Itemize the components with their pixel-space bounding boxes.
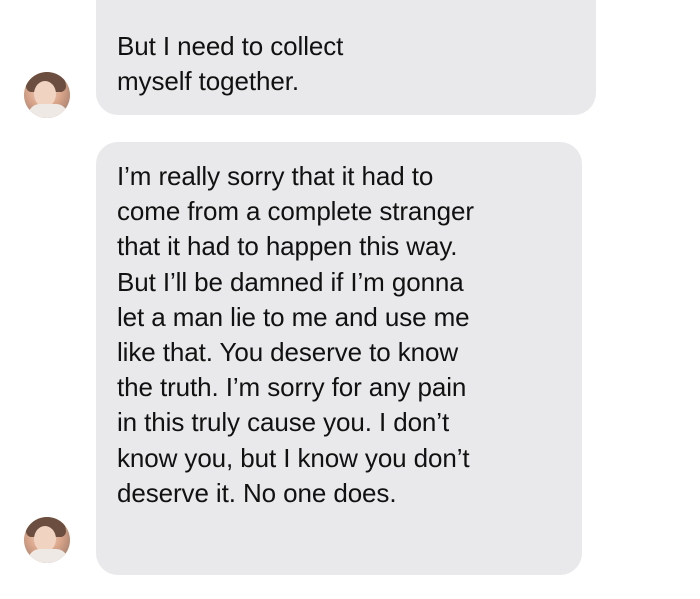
message-text-line: myself together. <box>117 66 299 97</box>
message-text-line: know you, but I know you don’t <box>117 442 470 473</box>
avatar-icon[interactable] <box>24 517 70 563</box>
avatar-icon[interactable] <box>24 72 70 118</box>
message-text-line: come from a complete stranger <box>117 196 474 227</box>
message-bubble[interactable]: But I need to collect myself together. <box>96 0 596 115</box>
message-text-line: let a man lie to me and use me <box>117 301 470 332</box>
message-text-line: But I need to collect <box>117 31 344 61</box>
message-text-line: But I’ll be damned if I’m gonna <box>117 266 464 297</box>
message-text-line: the truth. I’m sorry for any pain <box>117 372 467 403</box>
avatar-shirt <box>28 549 68 563</box>
avatar-shirt <box>28 104 68 118</box>
message-text-line: like that. You deserve to know <box>117 337 459 368</box>
message-text-line: in this truly cause you. I don’t <box>117 407 450 438</box>
message-bubble[interactable]: I’m really sorry that it had to come fro… <box>96 142 582 575</box>
message-text-line: I’m really sorry that it had to <box>117 161 434 191</box>
message-text-line: that it had to happen this way. <box>117 231 458 262</box>
message-text-line: deserve it. No one does. <box>117 477 397 508</box>
